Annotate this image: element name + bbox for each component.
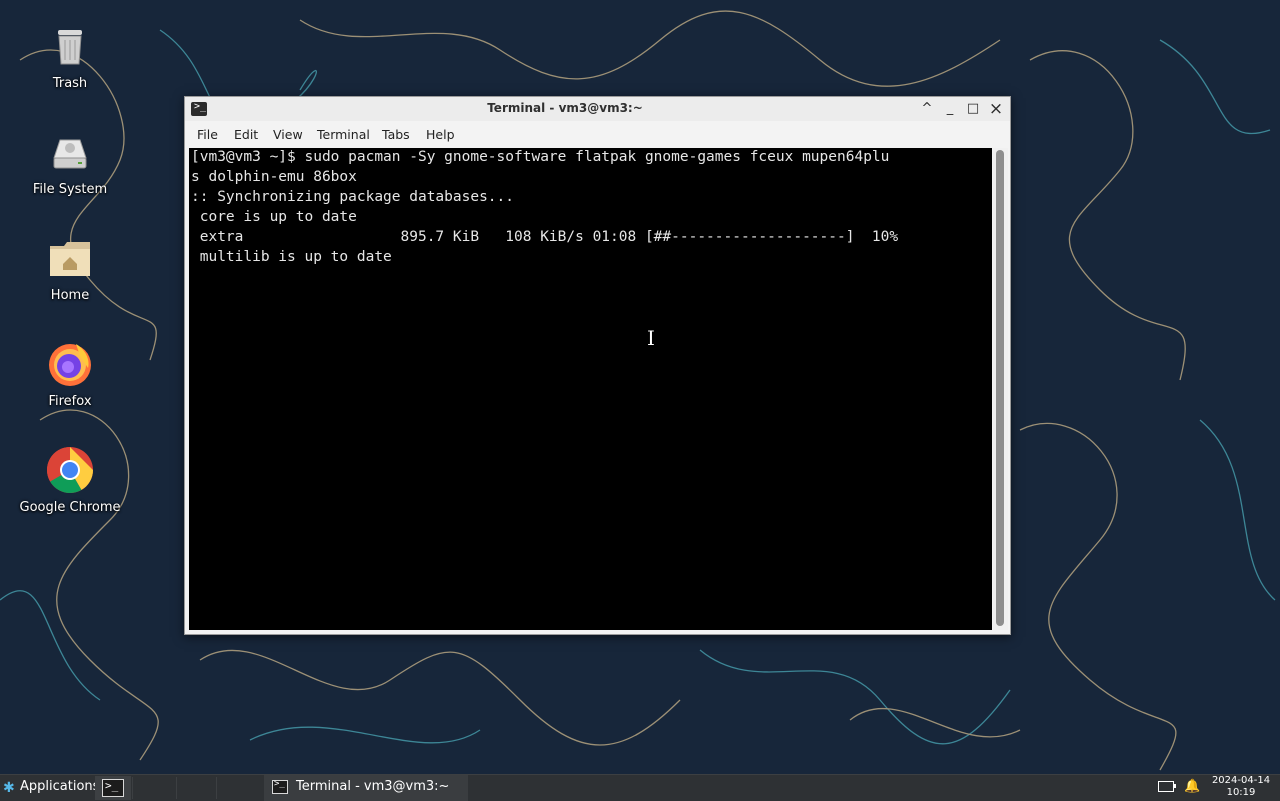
battery-icon[interactable] — [1158, 781, 1176, 792]
xfce-logo-icon: ✱ — [3, 780, 15, 796]
desktop-icon-trash[interactable]: Trash — [15, 22, 125, 91]
terminal-line: :: Synchronizing package databases... — [191, 189, 515, 205]
terminal-line: extra 895.7 KiB 108 KiB/s 01:08 [##-----… — [191, 229, 899, 245]
home-folder-icon — [46, 234, 94, 282]
menu-view[interactable]: View — [273, 127, 303, 142]
menu-edit[interactable]: Edit — [234, 127, 258, 142]
clock-date: 2024-04-14 — [1211, 775, 1271, 786]
window-titlebar[interactable]: >_ Terminal - vm3@vm3:~ ^ _ □ × — [185, 97, 1010, 121]
terminal-scrollbar[interactable] — [993, 148, 1008, 630]
terminal-line: [vm3@vm3 ~]$ sudo pacman -Sy gnome-softw… — [191, 149, 890, 165]
taskbar: ✱ Applications >_ >_ Terminal - vm3@vm3:… — [0, 774, 1280, 801]
firefox-icon — [46, 340, 94, 388]
desktop-icon-label: Firefox — [48, 394, 92, 409]
menu-help[interactable]: Help — [426, 127, 455, 142]
workspace-2[interactable] — [176, 777, 221, 799]
desktop-icon-label: Google Chrome — [19, 500, 121, 515]
close-button[interactable]: × — [987, 100, 1005, 118]
clock-time: 10:19 — [1226, 787, 1256, 798]
terminal-icon: >_ — [102, 779, 124, 797]
shade-button[interactable]: ^ — [918, 100, 936, 118]
taskbar-window-label: Terminal - vm3@vm3:~ — [296, 779, 450, 794]
terminal-line: multilib is up to date — [191, 249, 392, 265]
workspace-3[interactable] — [216, 777, 261, 799]
trash-icon — [46, 22, 94, 70]
menu-file[interactable]: File — [197, 127, 218, 142]
window-title: Terminal - vm3@vm3:~ — [487, 101, 643, 115]
menu-tabs[interactable]: Tabs — [382, 127, 410, 142]
desktop-icon-label: Home — [50, 288, 90, 303]
chrome-icon — [46, 446, 94, 494]
desktop-icon-file-system[interactable]: File System — [15, 128, 125, 197]
desktop-icon-google-chrome[interactable]: Google Chrome — [15, 446, 125, 515]
workspace-1[interactable] — [132, 777, 177, 799]
clock[interactable]: 2024-04-14 10:19 — [1208, 775, 1274, 799]
menu-terminal[interactable]: Terminal — [317, 127, 370, 142]
terminal-line: core is up to date — [191, 209, 357, 225]
terminal-icon: >_ — [272, 779, 288, 794]
hard-drive-icon — [46, 128, 94, 176]
notification-bell-icon[interactable]: 🔔 — [1184, 779, 1200, 794]
text-cursor-icon: I — [647, 326, 655, 350]
minimize-button[interactable]: _ — [941, 100, 959, 118]
applications-label: Applications — [20, 779, 100, 794]
taskbar-window-button[interactable]: >_ Terminal - vm3@vm3:~ — [264, 775, 468, 801]
menu-bar: File Edit View Terminal Tabs Help — [185, 123, 1010, 145]
terminal-line: s dolphin-emu 86box — [191, 169, 357, 185]
desktop-icon-label: File System — [32, 182, 108, 197]
terminal-output[interactable]: [vm3@vm3 ~]$ sudo pacman -Sy gnome-softw… — [189, 148, 992, 630]
maximize-button[interactable]: □ — [964, 100, 982, 118]
scrollbar-thumb[interactable] — [996, 150, 1004, 626]
terminal-launcher-button[interactable]: >_ — [95, 776, 131, 800]
desktop-icon-firefox[interactable]: Firefox — [15, 340, 125, 409]
terminal-window[interactable]: >_ Terminal - vm3@vm3:~ ^ _ □ × File Edi… — [184, 96, 1011, 635]
desktop-icon-label: Trash — [52, 76, 88, 91]
desktop-icon-home[interactable]: Home — [15, 234, 125, 303]
applications-menu-button[interactable]: ✱ Applications — [0, 775, 99, 801]
